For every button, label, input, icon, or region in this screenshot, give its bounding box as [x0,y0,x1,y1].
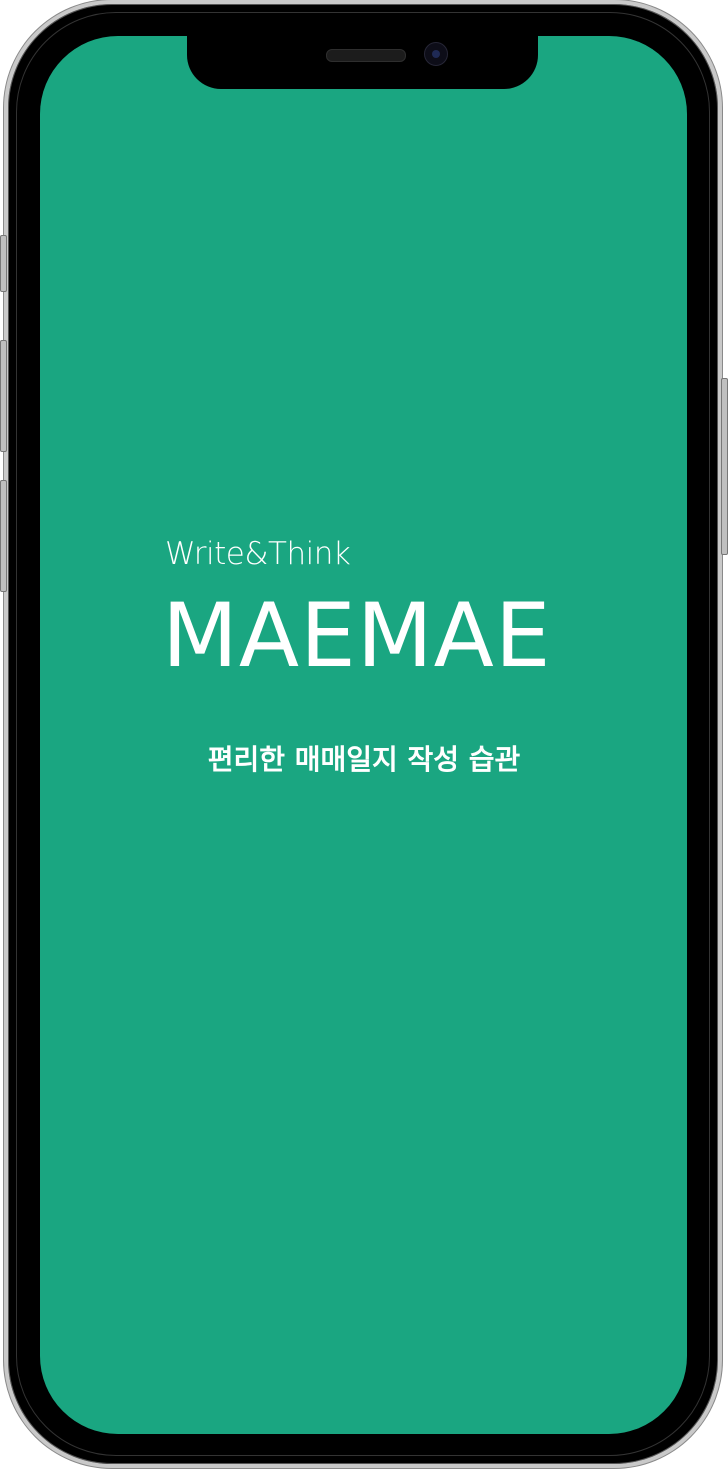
tagline: Write&Think [165,536,351,572]
silent-switch [0,235,7,292]
splash-screen [40,36,687,1434]
front-camera-icon [424,42,448,66]
notch [187,36,538,89]
volume-down-button [0,480,7,592]
speaker-grille [326,49,406,62]
power-button [721,378,728,555]
app-title: MAEMAE [162,584,552,687]
volume-up-button [0,340,7,452]
app-subtitle: 편리한 매매일지 작성 습관 [207,743,521,776]
